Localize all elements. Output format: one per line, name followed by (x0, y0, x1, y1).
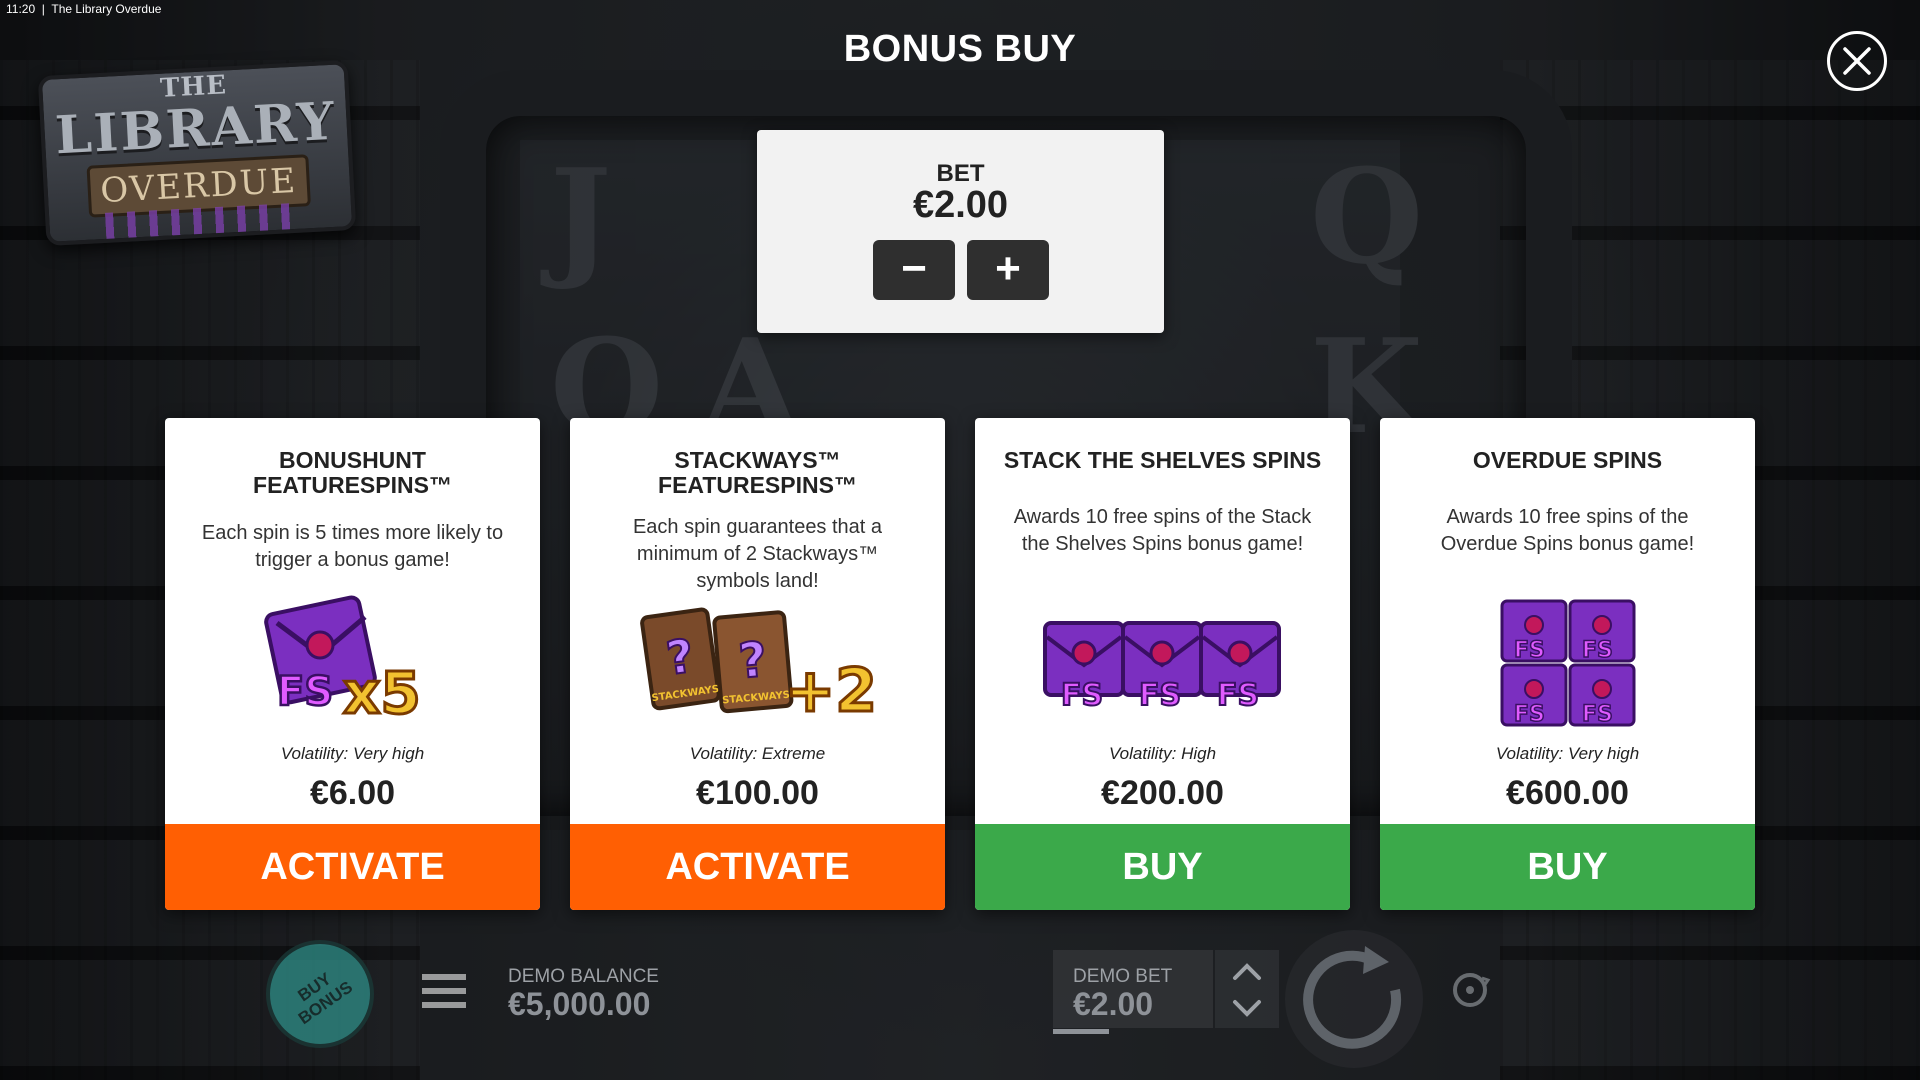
card-description: Each spin is 5 times more likely to trig… (201, 522, 504, 571)
card-price: €600.00 (1506, 774, 1629, 812)
fs-badge: FS (1061, 678, 1103, 713)
modifier-label: +2 (785, 656, 877, 726)
spin-button[interactable] (1285, 930, 1423, 1068)
close-button[interactable] (1827, 31, 1887, 91)
status-line: 11:20 | The Library Overdue (6, 2, 162, 16)
menu-button[interactable] (422, 974, 466, 1012)
game-logo: THE LIBRARY OVERDUE (37, 60, 357, 246)
fs-envelope-x5-icon: FS x5 (165, 593, 540, 738)
fs-badge: FS (277, 669, 333, 715)
bonus-card-stack-the-shelves: STACK THE SHELVES SPINS Awards 10 free s… (975, 418, 1350, 910)
four-fs-envelopes-icon: FS FS FS FS (1380, 593, 1755, 738)
autoplay-icon (1453, 973, 1491, 1007)
bet-adjust-arrows[interactable] (1215, 950, 1279, 1028)
card-description: Awards 10 free spins of the Overdue Spin… (1440, 506, 1695, 555)
bet-decrease-button[interactable]: − (873, 240, 955, 300)
demo-bet-label: DEMO BET (1073, 966, 1173, 987)
three-fs-envelopes-icon: FS FS FS (975, 593, 1350, 738)
demo-bet-display: DEMO BET €2.00 (1053, 950, 1213, 1034)
bet-increase-button[interactable]: + (967, 240, 1049, 300)
bet-panel: BET €2.00 − + (757, 130, 1164, 333)
clock-time: 11:20 (6, 2, 36, 16)
buy-bonus-button[interactable]: BUY BONUS (266, 940, 374, 1048)
card-price: €100.00 (696, 774, 819, 812)
demo-bet-indicator (1053, 1029, 1109, 1034)
fs-badge: FS (1582, 638, 1613, 663)
card-volatility: Volatility: Extreme (689, 744, 826, 763)
card-title: STACK THE SHELVES SPINS (1003, 447, 1322, 473)
card-description: Each spin guarantees that a minimum of 2… (632, 516, 883, 592)
fs-badge: FS (1217, 678, 1259, 713)
activate-button[interactable]: ACTIVATE (570, 824, 945, 910)
fs-badge: FS (1514, 702, 1545, 727)
balance-value: €5,000.00 (508, 986, 651, 1022)
card-volatility: Volatility: Very high (1495, 744, 1640, 763)
buy-button[interactable]: BUY (975, 824, 1350, 910)
close-icon (1843, 47, 1871, 75)
buy-bonus-label: BUY BONUS (294, 969, 357, 1029)
bonus-card-overdue-spins: OVERDUE SPINS Awards 10 free spins of th… (1380, 418, 1755, 910)
card-title: OVERDUE SPINS (1472, 447, 1663, 473)
card-title: BONUSHUNT FEATURESPINS™ (253, 447, 452, 498)
buy-button[interactable]: BUY (1380, 824, 1755, 910)
card-description: Awards 10 free spins of the Stack the Sh… (1013, 506, 1312, 555)
hamburger-icon (422, 974, 466, 980)
card-title: STACKWAYS™ FEATURESPINS™ (658, 447, 857, 498)
card-volatility: Volatility: Very high (280, 744, 425, 763)
card-price: €6.00 (309, 774, 396, 812)
fs-badge: FS (1139, 678, 1181, 713)
bet-value: €2.00 (912, 184, 1009, 226)
window-title: The Library Overdue (51, 2, 162, 16)
fs-badge: FS (1514, 638, 1545, 663)
spin-arrow-icon (1303, 946, 1402, 1049)
mystery-label: ? (737, 632, 770, 690)
chevron-up-down-icon (1233, 963, 1261, 1017)
card-volatility: Volatility: High (1108, 744, 1217, 763)
balance-label: DEMO BALANCE (508, 966, 659, 987)
minus-icon: − (901, 244, 927, 293)
plus-icon: + (995, 244, 1021, 293)
fs-badge: FS (1582, 702, 1613, 727)
bonus-card-stackways: STACKWAYS™ FEATURESPINS™ Each spin guara… (570, 418, 945, 910)
multiplier-label: x5 (343, 659, 421, 727)
activate-button[interactable]: ACTIVATE (165, 824, 540, 910)
autoplay-button[interactable] (1440, 960, 1500, 1020)
stackways-cards-plus2-icon: ? STACKWAYS ? STACKWAYS +2 (570, 593, 945, 738)
bonus-card-bonushunt: BONUSHUNT FEATURESPINS™ Each spin is 5 t… (165, 418, 540, 910)
page-title: BONUS BUY (843, 28, 1077, 70)
demo-bet-value: €2.00 (1073, 986, 1154, 1022)
card-price: €200.00 (1101, 774, 1224, 812)
